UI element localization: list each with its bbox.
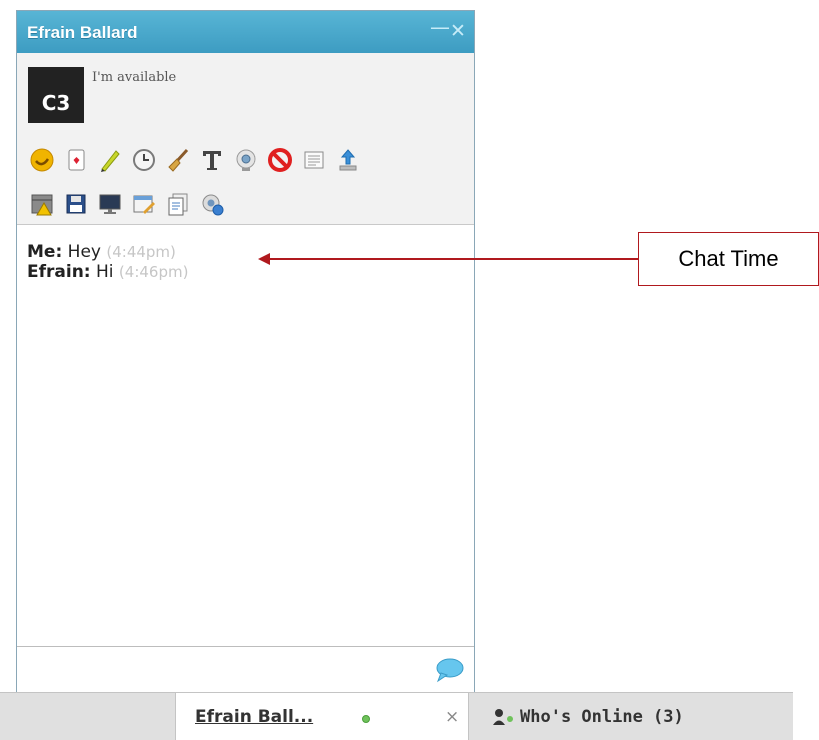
pencil-icon[interactable] <box>93 145 127 175</box>
text-format-icon[interactable] <box>195 145 229 175</box>
toolbar-row-1 <box>25 145 365 175</box>
emoticon-icon[interactable] <box>25 145 59 175</box>
annotation-line <box>268 258 638 260</box>
whos-online-label: Who's Online (3) <box>520 707 684 727</box>
message-text: Hi <box>96 262 114 282</box>
webcam-icon[interactable] <box>229 145 263 175</box>
documents-icon[interactable] <box>161 189 195 219</box>
message-sender: Me: <box>27 242 63 262</box>
toolbar-row-2 <box>25 189 229 219</box>
tab-close-button[interactable]: × <box>445 707 459 727</box>
upload-icon[interactable] <box>331 145 365 175</box>
broom-icon[interactable] <box>161 145 195 175</box>
user-online-icon <box>493 709 513 725</box>
message-row: Efrain: Hi (4:46pm) <box>27 262 464 282</box>
minimize-button[interactable]: — <box>430 15 450 39</box>
monitor-icon[interactable] <box>93 189 127 219</box>
whos-online-button[interactable]: Who's Online (3) <box>492 707 684 727</box>
chat-window: Efrain Ballard — ✕ C3 I'm available Me: … <box>16 10 475 699</box>
chat-titlebar[interactable]: Efrain Ballard — ✕ <box>17 11 474 53</box>
message-sender: Efrain: <box>27 262 91 282</box>
contact-header: C3 I'm available <box>17 53 474 225</box>
message-text: Hey <box>67 242 101 262</box>
calendar-warning-icon[interactable] <box>25 189 59 219</box>
status-message: I'm available <box>92 70 177 85</box>
taskbar: Efrain Ball... × Who's Online (3) <box>0 692 793 740</box>
edit-window-icon[interactable] <box>127 189 161 219</box>
message-time: (4:44pm) <box>106 243 176 261</box>
save-icon[interactable] <box>59 189 93 219</box>
close-button[interactable]: ✕ <box>450 20 466 42</box>
webcam-settings-icon[interactable] <box>195 189 229 219</box>
list-icon[interactable] <box>297 145 331 175</box>
chat-title: Efrain Ballard <box>27 23 138 42</box>
block-icon[interactable] <box>263 145 297 175</box>
message-list: Me: Hey (4:44pm) Efrain: Hi (4:46pm) <box>17 226 474 631</box>
annotation-arrow-icon <box>258 253 270 265</box>
chat-tab[interactable]: Efrain Ball... × <box>175 693 469 740</box>
speech-bubble-icon[interactable] <box>433 657 465 683</box>
annotation-label: Chat Time <box>638 232 819 286</box>
avatar: C3 <box>28 67 84 123</box>
card-icon[interactable] <box>59 145 93 175</box>
message-time: (4:46pm) <box>118 263 189 281</box>
chat-tab-name[interactable]: Efrain Ball... <box>195 707 313 727</box>
clock-icon[interactable] <box>127 145 161 175</box>
online-status-icon <box>362 715 370 723</box>
